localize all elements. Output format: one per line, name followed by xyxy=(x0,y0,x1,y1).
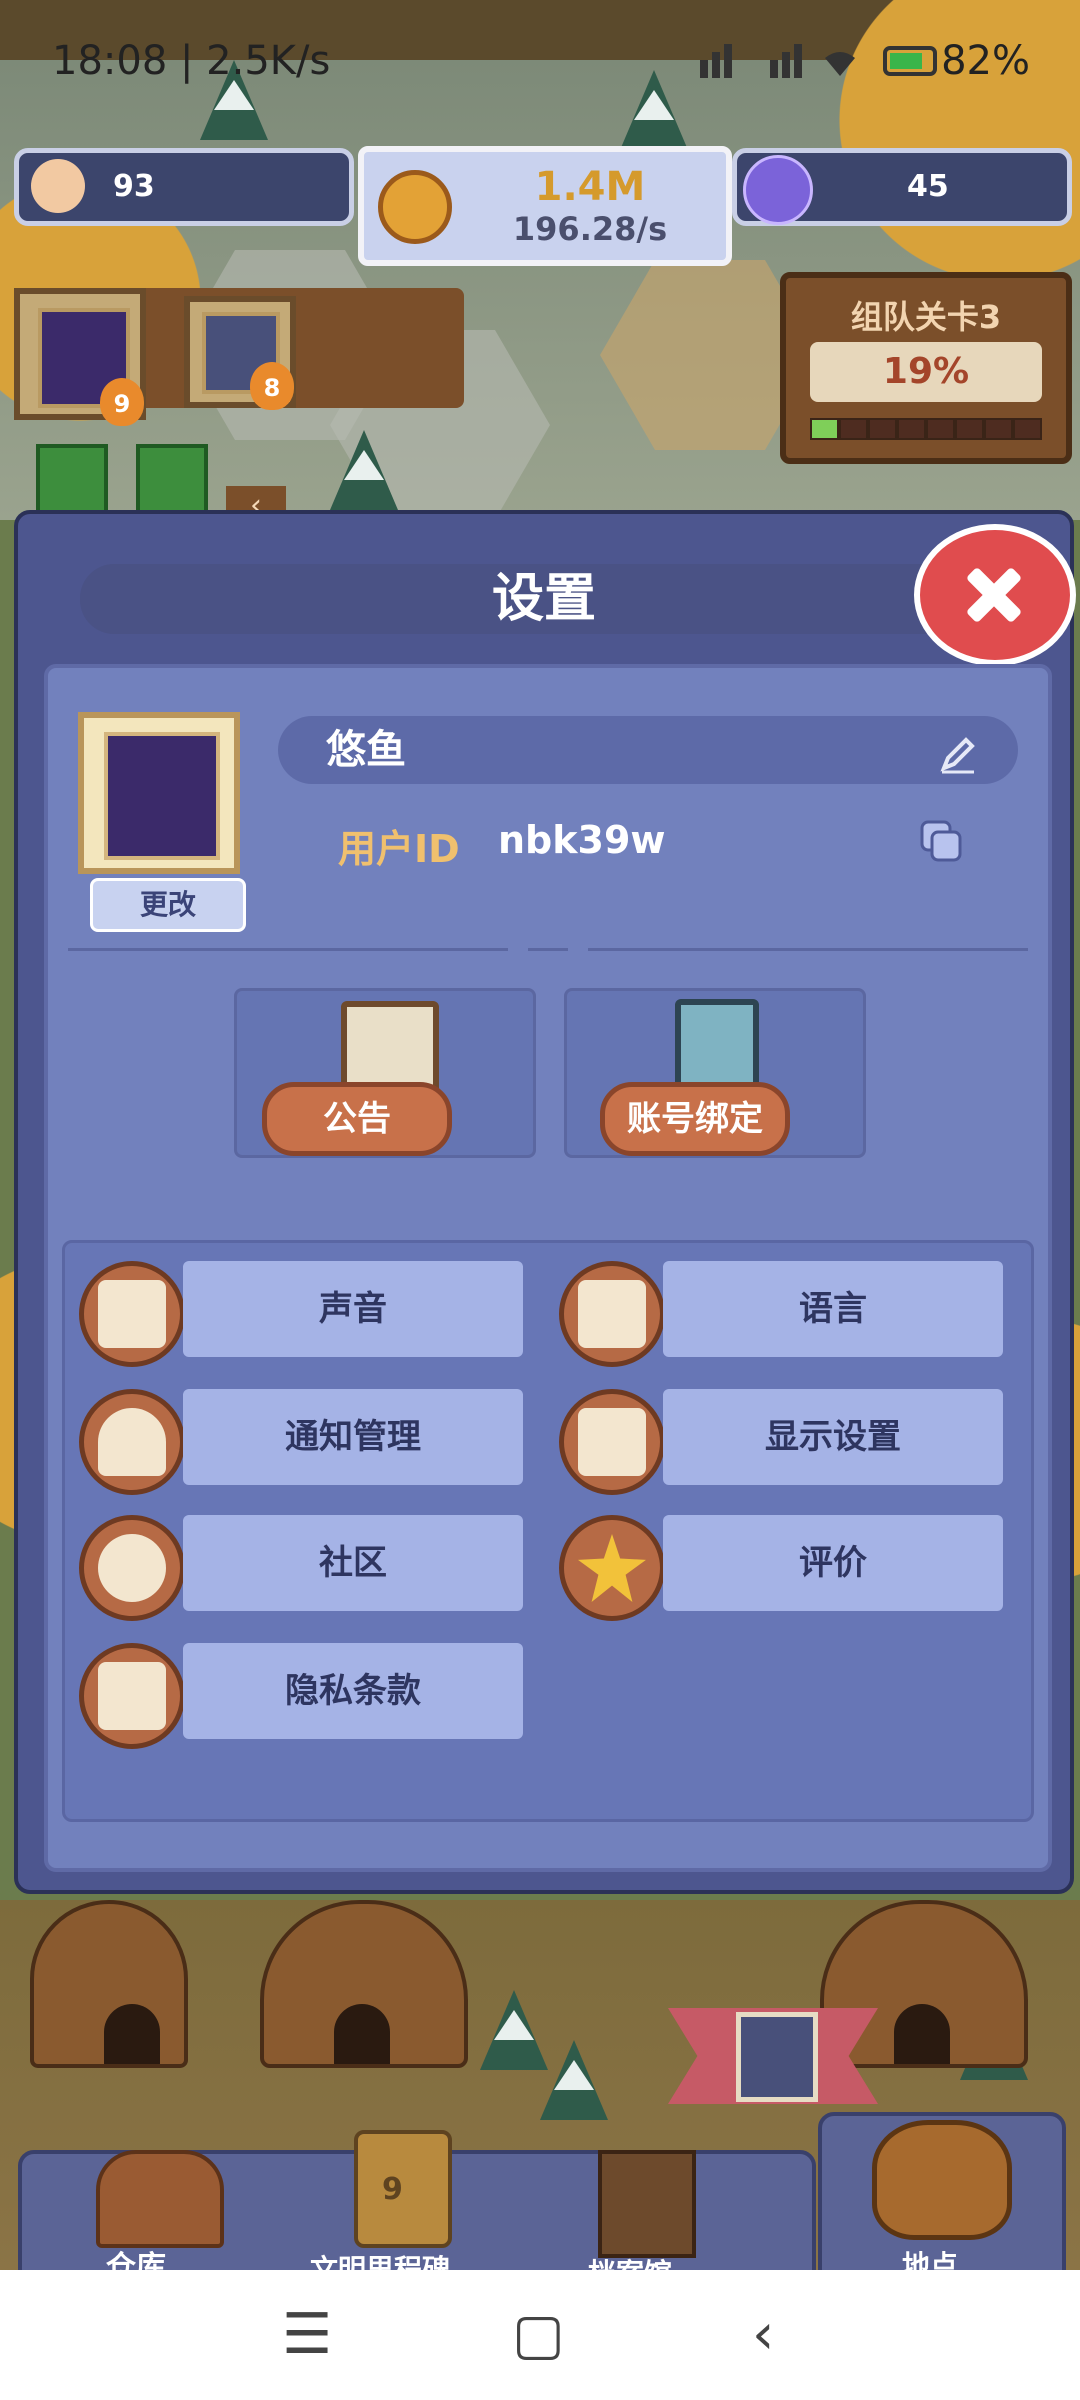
sound-button[interactable]: 声音 xyxy=(183,1261,523,1357)
settings-grid: 声音 语言 通知管理 显示设置 社区 评价 隐私条款 xyxy=(62,1240,1034,1822)
coin-rate: 196.28/s xyxy=(512,210,668,248)
milestone-icon xyxy=(354,2130,452,2248)
settings-content: 更改 悠鱼 用户ID nbk39w 公告 账号绑定 声音 语言 通知管理 显示设… xyxy=(44,664,1052,1872)
rating-button[interactable]: 评价 xyxy=(663,1515,1003,1611)
notification-settings-button[interactable]: 通知管理 xyxy=(183,1389,523,1485)
nav-warehouse[interactable]: 仓库 xyxy=(96,2130,224,2285)
archive-icon xyxy=(598,2150,696,2258)
battery-level: 82% xyxy=(941,38,1030,84)
edit-pencil-icon[interactable] xyxy=(938,734,978,774)
divider xyxy=(68,948,508,951)
milestone-badge: 9 xyxy=(382,2172,403,2207)
music-note-icon xyxy=(79,1261,185,1367)
language-icon xyxy=(559,1261,665,1367)
account-bind-button[interactable]: 账号绑定 xyxy=(600,1082,790,1156)
villager-icon xyxy=(31,159,85,213)
status-bar: 18:08 | 2.5K/s 82% xyxy=(0,0,1080,120)
coin-icon xyxy=(378,170,452,244)
banner-slot-2[interactable]: 8 xyxy=(184,296,296,410)
nav-archive[interactable]: 档案馆 xyxy=(588,2130,708,2290)
status-time: 18:08 | 2.5K/s xyxy=(52,38,331,84)
team-stage-progress-bar xyxy=(810,418,1042,440)
hammer-icon[interactable] xyxy=(136,444,208,516)
heart-icon[interactable] xyxy=(36,444,108,516)
banner-slot-1[interactable]: 9 xyxy=(14,288,146,426)
gem-value: 45 xyxy=(907,169,949,204)
display-settings-button[interactable]: 显示设置 xyxy=(663,1389,1003,1485)
menu-icon[interactable]: ☰ xyxy=(282,2270,332,2400)
language-button[interactable]: 语言 xyxy=(663,1261,1003,1357)
banner-level-1: 9 xyxy=(100,378,144,426)
coin-counter[interactable]: 1.4M 196.28/s xyxy=(358,146,732,266)
settings-dialog: 设置 更改 悠鱼 用户ID nbk39w 公告 账号绑定 声音 语言 通知管理 … xyxy=(14,510,1076,1894)
star-icon xyxy=(559,1515,665,1621)
crown-banner-icon xyxy=(736,2012,818,2102)
warehouse-icon xyxy=(96,2150,224,2248)
dragon-banner-icon xyxy=(104,732,220,860)
close-button[interactable] xyxy=(914,524,1076,666)
change-avatar-button[interactable]: 更改 xyxy=(90,878,246,932)
signal-wifi-icon xyxy=(700,44,937,78)
location-icon xyxy=(872,2120,1012,2240)
back-icon[interactable]: ‹ xyxy=(752,2270,774,2400)
team-stage-title: 组队关卡3 xyxy=(850,298,1002,336)
coin-value: 1.4M xyxy=(534,164,646,210)
nickname-field[interactable]: 悠鱼 xyxy=(278,716,1018,784)
home-icon[interactable]: ▢ xyxy=(512,2270,565,2400)
gem-icon xyxy=(743,155,813,225)
population-value: 93 xyxy=(113,169,155,204)
nav-milestone[interactable]: 9 文明里程碑 xyxy=(310,2130,460,2286)
display-icon xyxy=(559,1389,665,1495)
nickname-value: 悠鱼 xyxy=(326,727,406,773)
banner-level-2: 8 xyxy=(250,362,294,410)
notice-button[interactable]: 公告 xyxy=(262,1082,452,1156)
avatar[interactable] xyxy=(78,712,240,874)
team-stage-progress-text: 19% xyxy=(810,342,1042,402)
nav-location[interactable]: 地点 xyxy=(872,2120,1012,2282)
population-counter[interactable]: 93 xyxy=(14,148,354,226)
gem-counter[interactable]: 45 xyxy=(732,148,1072,226)
privacy-policy-button[interactable]: 隐私条款 xyxy=(183,1643,523,1739)
user-id-value: nbk39w xyxy=(498,818,666,862)
copy-icon[interactable] xyxy=(918,818,964,864)
bell-icon xyxy=(79,1389,185,1495)
system-nav-bar: ☰ ▢ ‹ xyxy=(0,2270,1080,2400)
privacy-lock-icon xyxy=(79,1643,185,1749)
user-id-label: 用户ID xyxy=(338,827,460,871)
community-icon xyxy=(79,1515,185,1621)
community-button[interactable]: 社区 xyxy=(183,1515,523,1611)
team-stage-panel[interactable]: 组队关卡3 19% xyxy=(780,272,1072,464)
dialog-title: 设置 xyxy=(491,569,596,629)
